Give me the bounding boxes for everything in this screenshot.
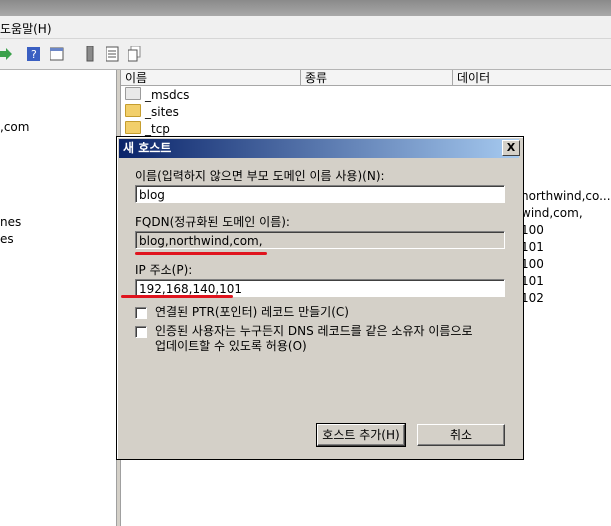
list-item[interactable]: _sites [125, 104, 179, 121]
ip-label: IP 주소(P): [135, 263, 193, 277]
tree-item[interactable]: es [0, 232, 14, 246]
folder-icon [125, 87, 141, 100]
close-button[interactable]: X [502, 140, 520, 156]
dialog-title-bar: 새 호스트 [119, 139, 519, 158]
help-icon[interactable]: ? [27, 46, 41, 62]
record-data: wind,com, [521, 206, 583, 220]
cancel-button[interactable]: 취소 [417, 424, 505, 446]
folder-icon [125, 104, 141, 117]
record-data: 100 [521, 257, 544, 271]
list-icon[interactable] [105, 46, 120, 62]
dialog-title: 새 호스트 [123, 141, 172, 155]
window-title-bar [0, 0, 611, 16]
tree-item[interactable]: nes [0, 215, 21, 229]
svg-text:?: ? [31, 48, 37, 61]
menu-bar [0, 16, 611, 39]
list-item-label: _sites [145, 105, 179, 119]
new-host-dialog: 새 호스트 X 이름(입력하지 않으면 부모 도메인 이름 사용)(N): bl… [116, 136, 524, 460]
record-data: 101 [521, 240, 544, 254]
fqdn-field: blog,northwind,com, [135, 231, 505, 249]
record-data: 100 [521, 223, 544, 237]
record-data: northwind,co... [521, 189, 611, 203]
tree-item[interactable]: ,com [0, 120, 29, 134]
list-item-label: _msdcs [145, 88, 190, 102]
record-data: 102 [521, 291, 544, 305]
list-item[interactable]: _msdcs [125, 87, 189, 104]
column-header-name[interactable]: 이름 [121, 70, 301, 86]
name-label: 이름(입력하지 않으면 부모 도메인 이름 사용)(N): [135, 169, 385, 183]
authenticated-users-label-line1: 인증된 사용자는 누구든지 DNS 레코드를 같은 소유자 이름으로 [155, 324, 473, 338]
copy-icon[interactable] [127, 45, 142, 62]
window-icon[interactable] [49, 46, 64, 62]
fqdn-highlight-underline [135, 252, 267, 255]
authenticated-users-checkbox[interactable] [135, 326, 147, 338]
authenticated-users-label[interactable]: 인증된 사용자는 누구든지 DNS 레코드를 같은 소유자 이름으로 업데이트할… [155, 324, 473, 354]
folder-icon [125, 121, 141, 134]
server-icon[interactable] [84, 45, 98, 62]
authenticated-users-label-line2: 업데이트할 수 있도록 허용(O) [155, 339, 307, 353]
forward-icon[interactable] [0, 46, 12, 62]
fqdn-label: FQDN(정규화된 도메인 이름): [135, 215, 290, 229]
name-input[interactable]: blog [135, 185, 505, 203]
toolbar: ? [0, 39, 611, 70]
tree-pane[interactable]: ,com nes es [0, 70, 117, 526]
column-header-type[interactable]: 종류 [301, 70, 453, 86]
ptr-record-checkbox[interactable] [135, 307, 147, 319]
ptr-record-label[interactable]: 연결된 PTR(포인터) 레코드 만들기(C) [155, 305, 349, 320]
add-host-button[interactable]: 호스트 추가(H) [316, 423, 406, 447]
record-data: 101 [521, 274, 544, 288]
column-header-data[interactable]: 데이터 [453, 70, 611, 86]
list-item-label: _tcp [145, 122, 170, 136]
menu-help[interactable]: 도움말(H) [0, 20, 52, 37]
ip-highlight-underline [121, 295, 233, 298]
